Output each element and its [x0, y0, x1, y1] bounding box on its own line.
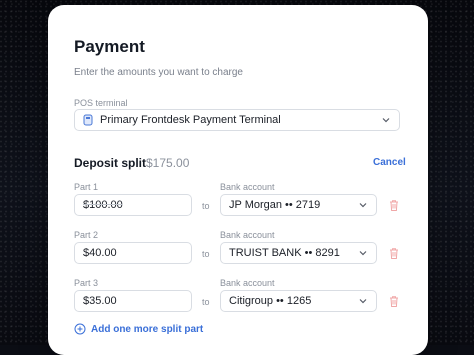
- part-amount-value: $35.00: [83, 295, 117, 307]
- part-label: Part 2: [74, 230, 99, 240]
- chevron-down-icon: [359, 203, 367, 208]
- trash-icon[interactable]: [388, 295, 400, 308]
- add-split-part-button[interactable]: Add one more split part: [74, 323, 203, 335]
- deposit-split-title: Deposit split: [74, 156, 147, 170]
- bank-account-value: TRUIST BANK •• 8291: [229, 247, 340, 259]
- bank-account-label: Bank account: [220, 182, 275, 192]
- trash-icon[interactable]: [388, 247, 400, 260]
- part-amount-input[interactable]: $40.00: [74, 242, 192, 264]
- terminal-label: POS terminal: [74, 98, 128, 108]
- payment-card: Payment Enter the amounts you want to ch…: [48, 5, 428, 355]
- to-label: to: [202, 297, 210, 307]
- chevron-down-icon: [359, 299, 367, 304]
- bank-account-select[interactable]: JP Morgan •• 2719: [220, 194, 377, 216]
- page-subtitle: Enter the amounts you want to charge: [74, 67, 243, 78]
- deposit-split-amount: $175.00: [146, 156, 190, 170]
- part-label: Part 1: [74, 182, 99, 192]
- part-amount-input[interactable]: $35.00: [74, 290, 192, 312]
- part-label: Part 3: [74, 278, 99, 288]
- bank-account-select[interactable]: Citigroup •• 1265: [220, 290, 377, 312]
- part-amount-value: $40.00: [83, 247, 117, 259]
- part-amount-value: $100.00: [83, 199, 123, 211]
- bank-account-value: Citigroup •• 1265: [229, 295, 312, 307]
- terminal-value: Primary Frontdesk Payment Terminal: [100, 114, 281, 126]
- plus-circle-icon: [74, 323, 86, 335]
- bank-account-label: Bank account: [220, 230, 275, 240]
- bank-account-value: JP Morgan •• 2719: [229, 199, 321, 211]
- add-split-part-label: Add one more split part: [91, 323, 204, 335]
- to-label: to: [202, 249, 210, 259]
- pos-terminal-icon: [83, 114, 93, 126]
- terminal-select[interactable]: Primary Frontdesk Payment Terminal: [74, 109, 400, 131]
- to-label: to: [202, 201, 210, 211]
- bank-account-label: Bank account: [220, 278, 275, 288]
- chevron-down-icon: [359, 251, 367, 256]
- bank-account-select[interactable]: TRUIST BANK •• 8291: [220, 242, 377, 264]
- part-amount-input[interactable]: $100.00: [74, 194, 192, 216]
- page-title: Payment: [74, 37, 145, 56]
- trash-icon[interactable]: [388, 199, 400, 212]
- chevron-down-icon: [382, 118, 390, 123]
- cancel-button[interactable]: Cancel: [373, 157, 406, 168]
